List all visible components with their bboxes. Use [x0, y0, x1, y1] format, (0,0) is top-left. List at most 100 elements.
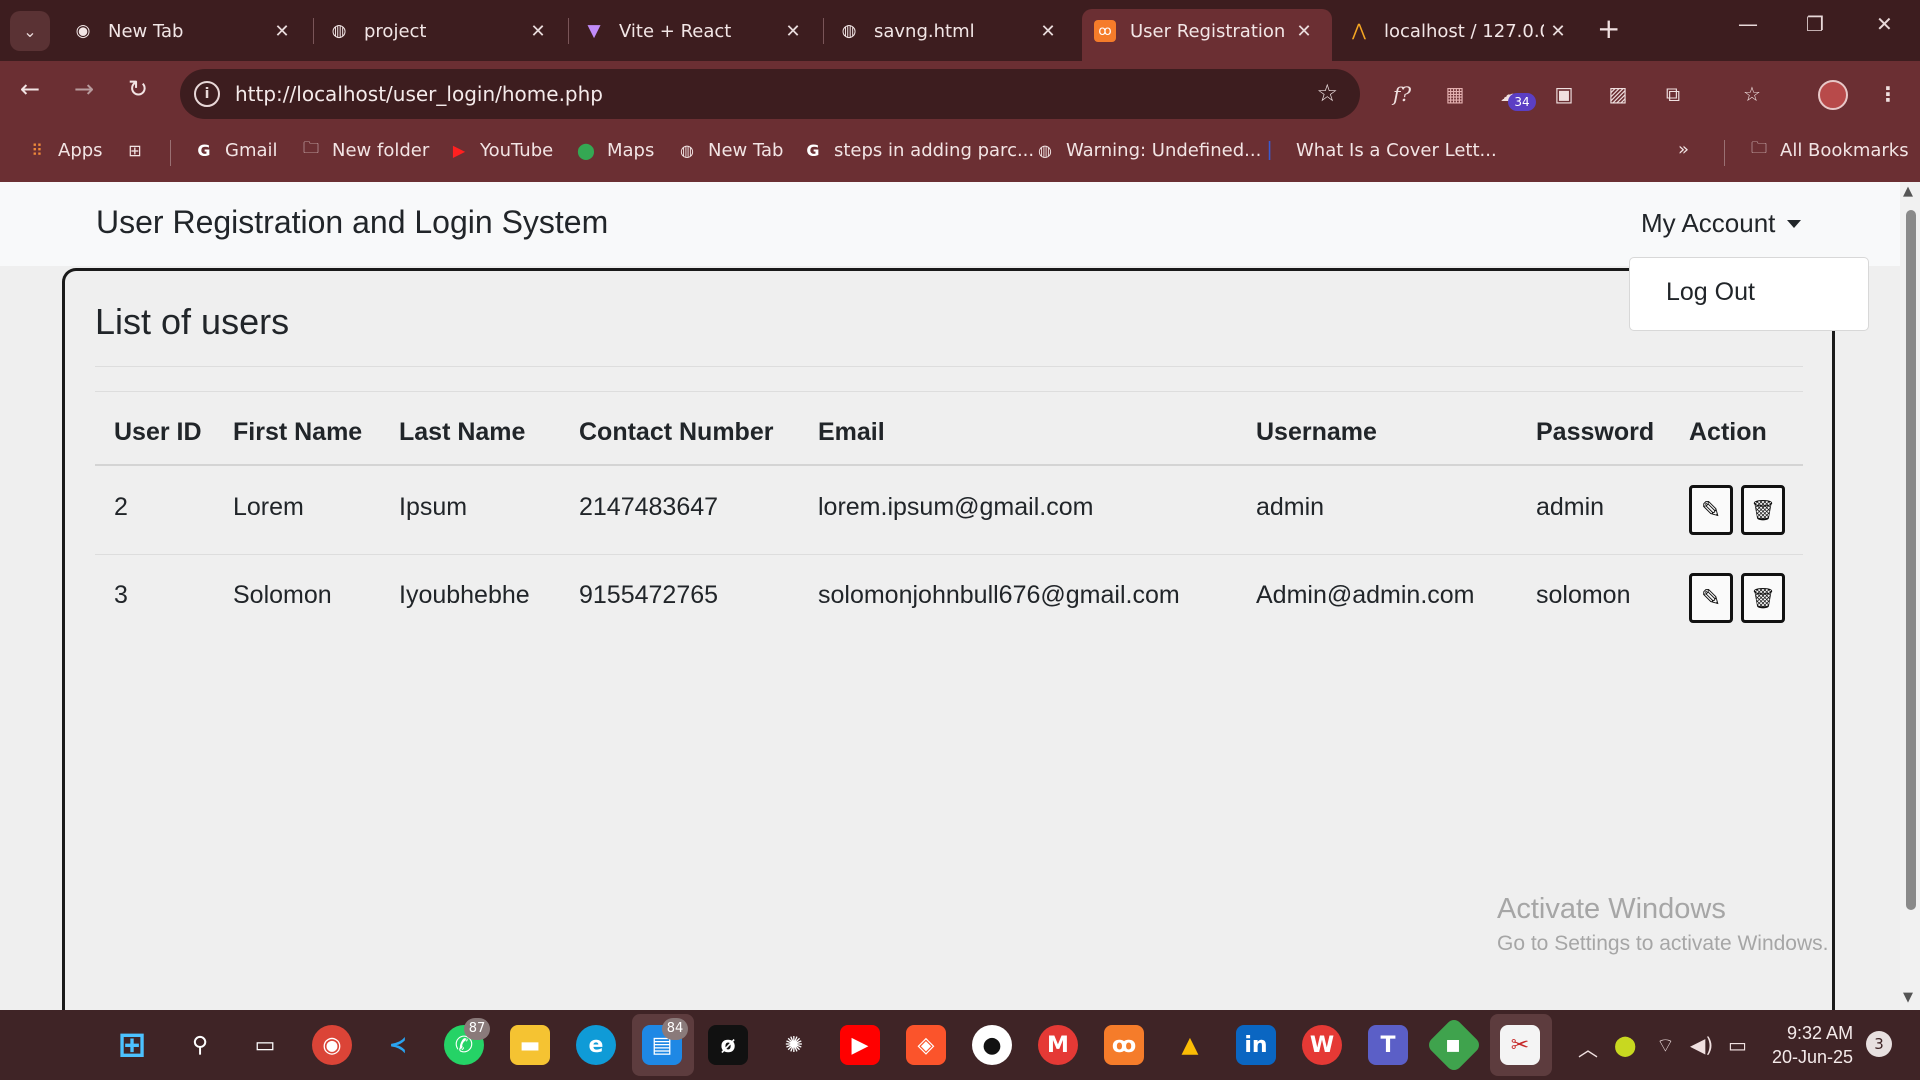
tab-user-registration[interactable]: ꝏ User Registration a ✕ — [1082, 9, 1332, 61]
profile-avatar[interactable] — [1818, 80, 1848, 110]
reload-icon[interactable]: ↻ — [128, 75, 148, 103]
tab-vite-react[interactable]: ▼ Vite + React ✕ — [571, 9, 821, 53]
reading-list-icon[interactable]: ☆ — [1738, 80, 1766, 108]
notification-badge[interactable]: 3 — [1866, 1031, 1892, 1057]
brave-icon[interactable]: ◈ — [906, 1025, 946, 1065]
linkedin-icon[interactable]: in — [1236, 1025, 1276, 1065]
edge-icon[interactable]: e — [576, 1025, 616, 1065]
overflow-chevron-icon: » — [1678, 139, 1690, 160]
bookmark-new-tab[interactable]: ◍ New Tab — [676, 139, 783, 161]
tab-phpmyadmin[interactable]: ⋀ localhost / 127.0.0. ✕ — [1336, 9, 1586, 53]
row-divider — [95, 554, 1803, 555]
tab-project[interactable]: ◍ project ✕ — [316, 9, 566, 53]
github-icon[interactable]: ● — [972, 1025, 1012, 1065]
xampp-taskbar-icon[interactable]: ꝏ — [1104, 1025, 1144, 1065]
address-bar[interactable]: i http://localhost/user_login/home.php ☆ — [180, 69, 1360, 119]
new-tab-button[interactable]: + — [1597, 14, 1620, 44]
all-bookmarks-button[interactable]: 🗀 All Bookmarks — [1748, 138, 1909, 161]
formula-extension-icon[interactable]: f? — [1388, 80, 1416, 108]
restore-icon[interactable]: ❐ — [1806, 12, 1824, 36]
bookmarks-overflow-button[interactable]: » — [1678, 139, 1689, 160]
bookmark-cover-letter[interactable]: ▏ What Is a Cover Lett... — [1264, 139, 1497, 161]
vite-icon: ▼ — [587, 21, 601, 41]
delete-button[interactable]: 🗑 — [1741, 573, 1785, 623]
site-brand[interactable]: User Registration and Login System — [96, 204, 608, 241]
minimize-icon[interactable]: — — [1738, 12, 1758, 36]
scroll-down-arrow-icon[interactable]: ▼ — [1903, 990, 1913, 1005]
logout-menu-item[interactable]: Log Out — [1666, 278, 1755, 307]
watermark-title: Activate Windows — [1497, 893, 1726, 925]
google-icon: G — [197, 140, 211, 160]
site-info-icon[interactable]: i — [194, 81, 220, 107]
my-account-label: My Account — [1641, 208, 1776, 238]
bookmark-steps-in-adding[interactable]: G steps in adding parc... — [802, 139, 1034, 161]
calendar-extension-icon[interactable]: ▦ — [1441, 80, 1469, 108]
menu-kebab-icon[interactable]: ⋮ — [1874, 80, 1902, 108]
youtube-taskbar-icon[interactable]: ▶ — [840, 1025, 880, 1065]
edit-button[interactable]: ✎ — [1689, 485, 1733, 535]
close-icon[interactable]: ✕ — [1034, 21, 1062, 42]
column-header-contact-number: Contact Number — [579, 418, 774, 446]
watermark-subtitle: Go to Settings to activate Windows. — [1497, 932, 1829, 955]
cell-first-name: Lorem — [233, 493, 304, 521]
bookmark-new-folder[interactable]: 🗀 New folder — [300, 138, 429, 161]
bookmark-apps[interactable]: ⠿ Apps — [26, 139, 102, 161]
apps-grid-icon: ⠿ — [31, 140, 43, 160]
chrome-taskbar-icon[interactable]: ◉ — [312, 1025, 352, 1065]
forward-icon[interactable]: → — [74, 75, 94, 103]
url-text[interactable]: http://localhost/user_login/home.php — [235, 82, 603, 106]
bookmark-maps[interactable]: ⬤ Maps — [575, 139, 654, 161]
cell-contact-number: 9155472765 — [579, 581, 719, 609]
cursor-app-icon[interactable]: ø — [708, 1025, 748, 1065]
task-view-icon[interactable]: ▭ — [245, 1025, 285, 1065]
tray-app-icon[interactable]: ⬤ — [1614, 1033, 1636, 1057]
vscode-icon[interactable]: ≺ — [378, 1025, 418, 1065]
maps-pin-icon: ⬤ — [577, 140, 595, 160]
puzzle-extensions-icon[interactable]: ⧉ — [1659, 80, 1687, 108]
bookmark-star-icon[interactable]: ☆ — [1316, 79, 1338, 107]
close-icon[interactable]: ✕ — [268, 21, 296, 42]
column-header-first-name: First Name — [233, 418, 363, 446]
system-clock[interactable]: 9:32 AM 20-Jun-25 — [1772, 1021, 1853, 1069]
bookmark-gmail[interactable]: G Gmail — [193, 139, 277, 161]
grid-icon: ⊞ — [128, 140, 142, 160]
my-account-dropdown[interactable]: My Account — [1641, 208, 1802, 239]
close-icon[interactable]: ✕ — [524, 21, 552, 42]
windows-start-icon[interactable]: ⊞ — [112, 1025, 152, 1065]
snipping-tool-icon[interactable]: ✂ — [1500, 1025, 1540, 1065]
window-close-icon[interactable]: ✕ — [1876, 12, 1893, 36]
search-icon[interactable]: ⚲ — [180, 1025, 220, 1065]
edit-extension-icon[interactable]: ▨ — [1604, 80, 1632, 108]
xampp-icon: ꝏ — [1094, 20, 1116, 42]
bookmark-youtube[interactable]: ▶ YouTube — [448, 139, 553, 161]
tab-new-tab[interactable]: ◉ New Tab ✕ — [60, 9, 310, 53]
teams-icon[interactable]: T — [1368, 1025, 1408, 1065]
back-icon[interactable]: ← — [20, 75, 40, 103]
google-drive-icon[interactable]: ▲ — [1170, 1025, 1210, 1065]
wifi-icon[interactable]: ⌔ — [1656, 1033, 1675, 1058]
delete-button[interactable]: 🗑 — [1741, 485, 1785, 535]
scrollbar-thumb[interactable] — [1906, 210, 1916, 910]
cell-email: lorem.ipsum@gmail.com — [818, 493, 1094, 521]
extension-badge: 34 — [1508, 93, 1536, 111]
wps-office-icon[interactable]: W — [1302, 1025, 1342, 1065]
volume-icon[interactable]: ◀) — [1690, 1033, 1713, 1057]
trash-icon: 🗑 — [1750, 586, 1776, 610]
close-icon[interactable]: ✕ — [1544, 21, 1572, 42]
whatsapp-badge: 87 — [464, 1018, 490, 1040]
bookmark-grid[interactable]: ⊞ — [124, 139, 156, 161]
tab-savng-html[interactable]: ◍ savng.html ✕ — [826, 9, 1076, 53]
close-icon[interactable]: ✕ — [779, 21, 807, 42]
chatgpt-icon[interactable]: ✺ — [774, 1025, 814, 1065]
activate-windows-watermark: Activate Windows Go to Settings to activ… — [1497, 893, 1829, 956]
battery-icon[interactable]: ▭ — [1728, 1033, 1747, 1057]
file-explorer-icon[interactable]: ▬ — [510, 1025, 550, 1065]
edit-button[interactable]: ✎ — [1689, 573, 1733, 623]
scroll-up-arrow-icon[interactable]: ▲ — [1903, 184, 1913, 199]
tray-chevron-icon[interactable]: ︿ — [1578, 1033, 1598, 1062]
image-extension-icon[interactable]: ▣ — [1550, 80, 1578, 108]
mail-app-icon[interactable]: M — [1038, 1025, 1078, 1065]
close-icon[interactable]: ✕ — [1290, 21, 1318, 42]
tab-search-button[interactable]: ⌄ — [10, 11, 50, 51]
bookmark-warning-undefined[interactable]: ◍ Warning: Undefined... — [1034, 139, 1261, 161]
